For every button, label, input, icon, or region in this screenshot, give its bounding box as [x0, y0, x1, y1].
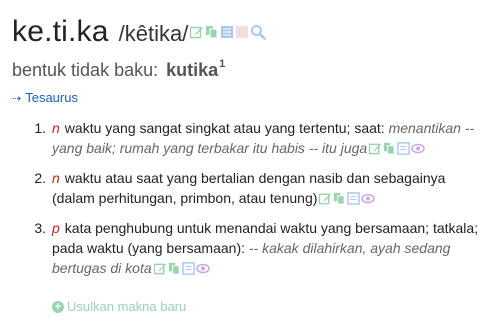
thesaurus-label: Tesaurus [25, 90, 78, 105]
document-icon[interactable] [347, 192, 361, 205]
thesaurus-link[interactable]: ⇢ Tesaurus [12, 90, 78, 105]
variant-superscript: 1 [219, 58, 226, 70]
bookmark-icon[interactable] [235, 25, 249, 39]
eye-icon[interactable] [195, 262, 210, 275]
definition-number: 3. [34, 220, 46, 236]
definition-text: waktu atau saat yang bertalian dengan na… [52, 170, 446, 206]
edit-icon[interactable] [319, 192, 332, 205]
variant-label: bentuk tidak baku: [12, 60, 159, 80]
headline-tools [190, 24, 267, 40]
plus-circle-icon: + [52, 300, 64, 313]
entry-word: ke.ti.ka [12, 15, 109, 48]
suggest-meaning-label: Usulkan makna baru [67, 299, 187, 314]
variant-line: bentuk tidak baku: kutika1 [12, 58, 226, 81]
document-icon[interactable] [397, 142, 410, 155]
definition-tools [319, 192, 376, 205]
eye-icon[interactable] [361, 192, 376, 205]
copy-icon[interactable] [205, 25, 219, 39]
part-of-speech: p [52, 220, 60, 236]
pronunciation: /kêtika/ [118, 21, 189, 46]
copy-icon[interactable] [333, 192, 346, 205]
edit-icon[interactable] [153, 262, 167, 275]
copy-icon[interactable] [383, 142, 396, 155]
document-icon[interactable] [220, 25, 234, 39]
edit-icon[interactable] [369, 142, 382, 155]
entry-headline: ke.ti.ka /kêtika/ [12, 15, 267, 49]
copy-icon[interactable] [168, 262, 181, 275]
edit-icon[interactable] [190, 25, 204, 39]
definition-item: 3. p kata penghubung untuk menandai waktu… [30, 218, 492, 278]
arrow-right-icon: ⇢ [12, 93, 22, 105]
definition-number: 1. [34, 120, 46, 136]
definition-list: 1. n waktu yang sangat singkat atau yang … [30, 118, 492, 288]
dictionary-entry-page: ke.ti.ka /kêtika/ bentuk tidak baku: kut… [0, 0, 499, 331]
part-of-speech: n [52, 120, 60, 136]
definition-item: 1. n waktu yang sangat singkat atau yang … [30, 118, 492, 158]
suggest-meaning-button[interactable]: + Usulkan makna baru [52, 299, 186, 314]
definition-number: 2. [34, 170, 46, 186]
search-icon[interactable] [250, 24, 267, 40]
definition-tools [369, 142, 425, 155]
eye-icon[interactable] [411, 142, 425, 155]
definition-item: 2. n waktu atau saat yang bertalian denga… [30, 168, 492, 208]
definition-tools [153, 262, 210, 275]
definition-text: waktu yang sangat singkat atau yang tert… [64, 120, 385, 136]
part-of-speech: n [52, 170, 60, 186]
document-icon[interactable] [181, 262, 195, 275]
variant-word[interactable]: kutika [166, 60, 218, 80]
